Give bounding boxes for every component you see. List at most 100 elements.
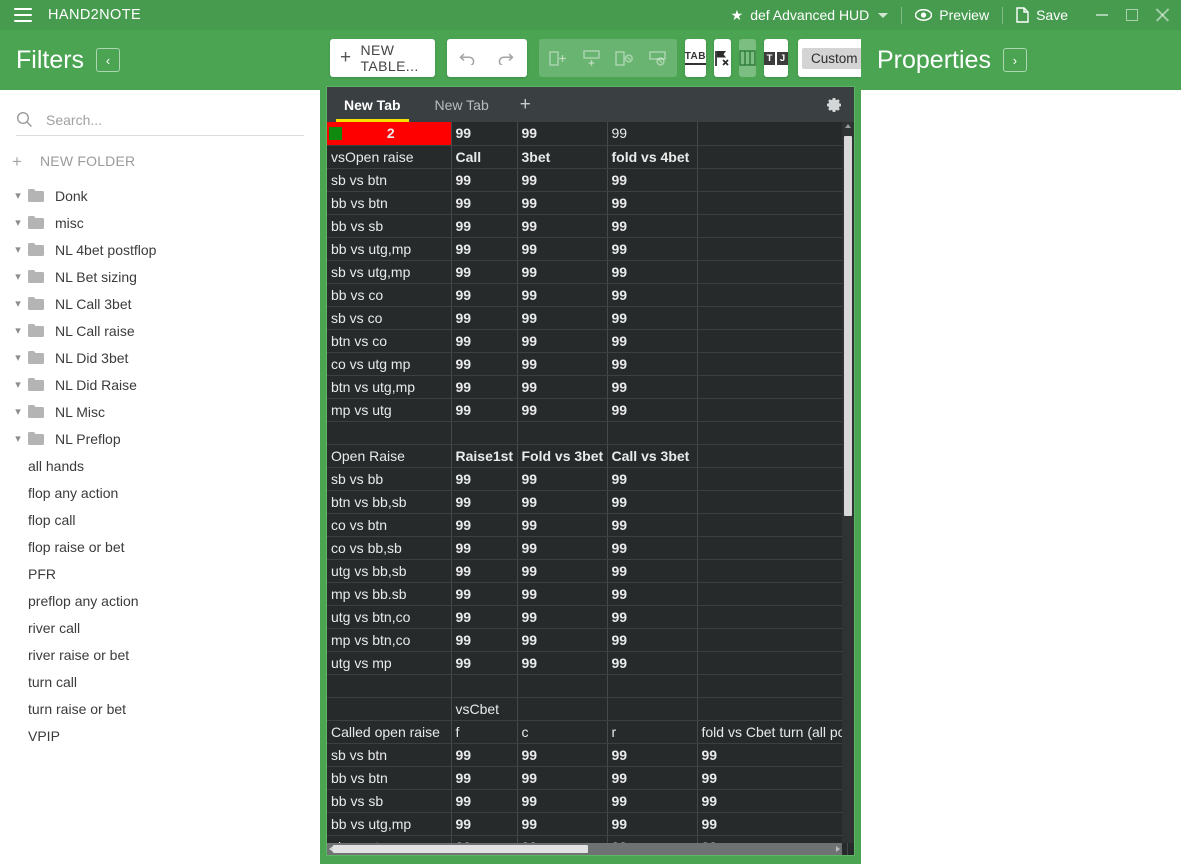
- hud-grid-cell[interactable]: 99: [451, 789, 518, 813]
- hud-grid-cell[interactable]: utg vs bb,sb: [327, 559, 452, 583]
- hud-grid-cell[interactable]: 99: [697, 766, 848, 790]
- hud-grid-cell[interactable]: [697, 697, 848, 721]
- hud-grid-cell[interactable]: [697, 168, 848, 192]
- hud-grid-cell[interactable]: [697, 260, 848, 284]
- tree-folder-item[interactable]: ▾ NL Call 3bet: [0, 290, 320, 317]
- hud-grid-row[interactable]: btn vs co 99 99 99: [327, 329, 854, 353]
- horizontal-scrollbar[interactable]: [327, 843, 842, 855]
- chevron-down-icon[interactable]: ▾: [8, 405, 28, 418]
- chevron-down-icon[interactable]: ▾: [8, 270, 28, 283]
- hud-grid-row[interactable]: sb vs btn 99 99 99: [327, 168, 854, 192]
- hud-grid-cell[interactable]: [697, 651, 848, 675]
- hud-grid-cell[interactable]: 99: [517, 513, 608, 537]
- hud-grid-cell[interactable]: 99: [607, 766, 698, 790]
- hud-grid-cell[interactable]: 99: [517, 559, 608, 583]
- hud-grid-cell[interactable]: 99: [607, 628, 698, 652]
- hud-grid-cell[interactable]: bb vs utg,mp: [327, 237, 452, 261]
- hud-grid-cell[interactable]: 99: [451, 582, 518, 606]
- maximize-button[interactable]: [1117, 0, 1147, 30]
- hud-grid-cell[interactable]: 99: [517, 812, 608, 836]
- hud-grid-cell[interactable]: [697, 283, 848, 307]
- hud-grid-cell[interactable]: 99: [451, 214, 518, 238]
- hud-grid-cell[interactable]: [697, 214, 848, 238]
- expand-properties-button[interactable]: ›: [1002, 48, 1027, 72]
- hud-grid-cell[interactable]: [697, 145, 848, 169]
- vertical-scroll-thumb[interactable]: [844, 136, 852, 516]
- chevron-down-icon[interactable]: ▾: [8, 216, 28, 229]
- hud-grid-cell[interactable]: 3bet: [517, 145, 608, 169]
- hud-grid-cell[interactable]: 99: [451, 260, 518, 284]
- hud-grid-cell[interactable]: [697, 582, 848, 606]
- hud-grid-cell[interactable]: [517, 674, 608, 698]
- save-button[interactable]: Save: [1003, 7, 1081, 23]
- tree-folder-item[interactable]: ▾ misc: [0, 209, 320, 236]
- hud-grid-cell[interactable]: 99: [517, 375, 608, 399]
- hud-grid-cell[interactable]: [697, 674, 848, 698]
- tj-button[interactable]: TJ: [764, 39, 788, 77]
- hud-grid-row[interactable]: vsOpen raise Call 3bet fold vs 4bet: [327, 145, 854, 169]
- hud-grid-cell[interactable]: 99: [451, 651, 518, 675]
- hud-grid-cell[interactable]: 99: [607, 191, 698, 215]
- hud-grid-cell[interactable]: 99: [517, 605, 608, 629]
- hud-grid-cell[interactable]: 99: [697, 789, 848, 813]
- hud-grid-cell[interactable]: 99: [607, 513, 698, 537]
- tree-leaf-item[interactable]: turn raise or bet: [0, 695, 320, 722]
- hud-grid-cell[interactable]: [697, 191, 848, 215]
- hud-grid-row[interactable]: bb vs btn 99 99 99 99: [327, 766, 854, 790]
- chevron-down-icon[interactable]: ▾: [8, 432, 28, 445]
- hud-grid-cell[interactable]: sb vs utg,mp: [327, 260, 452, 284]
- hud-grid-cell[interactable]: 99: [517, 743, 608, 767]
- hud-grid-cell[interactable]: sb vs bb: [327, 467, 452, 491]
- hud-grid-cell[interactable]: 99: [607, 283, 698, 307]
- hud-selector[interactable]: ★ def Advanced HUD: [718, 7, 902, 23]
- hud-grid-cell[interactable]: 99: [607, 306, 698, 330]
- hud-grid-cell[interactable]: 99: [697, 812, 848, 836]
- hud-grid-cell[interactable]: 99: [517, 306, 608, 330]
- hud-grid-cell[interactable]: [697, 237, 848, 261]
- editor-tab[interactable]: New Tab: [327, 87, 418, 122]
- hud-grid-cell[interactable]: 99: [517, 467, 608, 491]
- tab-button[interactable]: TAB: [684, 39, 706, 77]
- undo-icon[interactable]: [453, 41, 485, 75]
- hud-grid-cell[interactable]: Open Raise: [327, 444, 452, 468]
- gear-icon[interactable]: [814, 87, 854, 122]
- hud-grid-cell[interactable]: [697, 536, 848, 560]
- hud-grid-cell[interactable]: vsOpen raise: [327, 145, 452, 169]
- hud-grid-cell[interactable]: [697, 306, 848, 330]
- add-tab-button[interactable]: +: [506, 87, 545, 122]
- hud-grid-cell[interactable]: 99: [517, 122, 608, 146]
- hud-grid-cell[interactable]: 99: [517, 651, 608, 675]
- hud-grid-cell[interactable]: [697, 329, 848, 353]
- hud-grid-cell[interactable]: 99: [517, 398, 608, 422]
- hud-grid-cell[interactable]: 99: [607, 651, 698, 675]
- hud-grid-row[interactable]: mp vs utg 99 99 99: [327, 398, 854, 422]
- hud-grid-cell[interactable]: 99: [451, 398, 518, 422]
- hud-grid-cell[interactable]: c: [517, 720, 608, 744]
- hud-grid-cell[interactable]: 99: [517, 283, 608, 307]
- hud-grid-cell[interactable]: bb vs sb: [327, 789, 452, 813]
- hud-grid-cell[interactable]: 99: [607, 467, 698, 491]
- hud-grid-cell[interactable]: 99: [517, 766, 608, 790]
- hud-grid-cell[interactable]: [327, 421, 452, 445]
- scroll-up-arrow-icon[interactable]: [845, 124, 851, 128]
- hud-grid-cell[interactable]: btn vs utg,mp: [327, 375, 452, 399]
- hud-grid-table[interactable]: 2 99 99 99 vsOpen raise Call 3bet fold vs 4bet s…: [327, 122, 854, 855]
- hud-grid-cell[interactable]: [607, 421, 698, 445]
- hud-grid-cell[interactable]: 99: [607, 329, 698, 353]
- hud-grid-cell[interactable]: 99: [451, 375, 518, 399]
- hud-grid-cell[interactable]: 99: [607, 214, 698, 238]
- hud-grid-cell[interactable]: 99: [607, 582, 698, 606]
- editor-tab[interactable]: New Tab: [418, 87, 506, 122]
- hud-grid-cell[interactable]: sb vs btn: [327, 743, 452, 767]
- tree-leaf-item[interactable]: preflop any action: [0, 587, 320, 614]
- hud-grid-cell[interactable]: bb vs btn: [327, 191, 452, 215]
- scroll-right-arrow-icon[interactable]: [836, 846, 840, 852]
- hud-grid-cell[interactable]: 99: [607, 812, 698, 836]
- hud-grid-cell[interactable]: mp vs btn,co: [327, 628, 452, 652]
- hud-grid-cell[interactable]: 99: [517, 352, 608, 376]
- hud-grid-cell[interactable]: utg vs mp: [327, 651, 452, 675]
- hud-grid-cell[interactable]: co vs btn: [327, 513, 452, 537]
- hud-grid-cell[interactable]: bb vs sb: [327, 214, 452, 238]
- preview-button[interactable]: Preview: [902, 7, 1002, 23]
- hud-grid-cell[interactable]: 99: [517, 329, 608, 353]
